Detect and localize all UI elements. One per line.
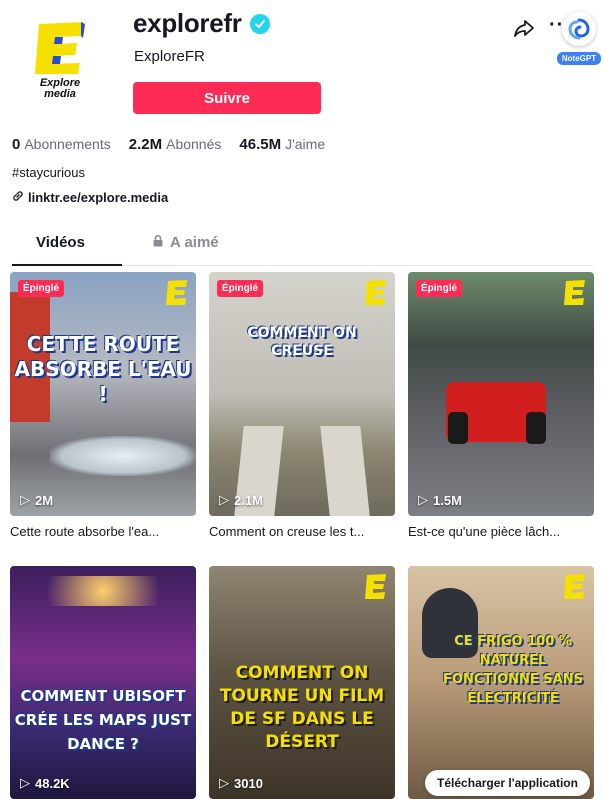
video-title[interactable]: Cette route absorbe l'ea... (10, 524, 196, 539)
thumbnail-overlay-text: COMMENT ON CREUSE (247, 325, 357, 359)
notegpt-logo-icon (562, 12, 596, 46)
stat-followers[interactable]: 2.2M Abonnés (129, 136, 222, 153)
explore-brand-icon (166, 280, 188, 306)
stat-value: 46.5M (239, 136, 282, 153)
play-icon: ▷ (219, 492, 229, 507)
thumbnail-overlay-text: COMMENT ON TOURNE UN FILM DE SF DANS LE … (219, 663, 385, 752)
stat-value: 0 (12, 136, 21, 153)
play-icon: ▷ (20, 492, 30, 507)
stat-following[interactable]: 0 Abonnements (12, 136, 111, 153)
link-text: linktr.ee/explore.media (28, 190, 169, 205)
active-tab-indicator (12, 264, 122, 266)
pinned-badge: Épinglé (416, 280, 463, 297)
video-card[interactable]: COMMENT ON TOURNE UN FILM DE SF DANS LE … (209, 566, 395, 799)
view-count-value: 1.5M (433, 492, 462, 508)
tab-videos[interactable]: Vidéos (36, 234, 85, 251)
water-splash (50, 436, 196, 476)
tab-liked[interactable]: A aimé (152, 234, 219, 251)
view-count: ▷ 2.1M (219, 492, 263, 508)
concrete-block (320, 426, 370, 516)
video-title[interactable]: Comment on creuse les t... (209, 524, 395, 539)
play-icon: ▷ (219, 775, 229, 790)
video-card[interactable]: Épinglé CETTE ROUTE ABSORBE L'EAU ! ▷ 2M… (10, 272, 196, 539)
thumbnail-overlay-text: COMMENT UBISOFT CRÉE LES MAPS JUST DANCE… (14, 687, 192, 753)
video-thumbnail[interactable]: Épinglé ▷ 1.5M (408, 272, 594, 516)
avatar-brand-text: Explore media (39, 77, 81, 100)
profile-tabs: Vidéos A aimé (12, 228, 593, 266)
view-count-value: 48.2K (35, 775, 70, 791)
video-card[interactable]: Épinglé ▷ 1.5M Est-ce qu'une pièce lâch.… (408, 272, 594, 539)
pinned-badge: Épinglé (217, 280, 264, 297)
lock-icon (152, 234, 164, 251)
video-thumbnail[interactable]: COMMENT UBISOFT CRÉE LES MAPS JUST DANCE… (10, 566, 196, 799)
view-count: ▷ 48.2K (20, 775, 70, 791)
video-card[interactable]: Épinglé COMMENT ON CREUSE ▷ 2.1M Comment… (209, 272, 395, 539)
nickname: ExploreFR (134, 48, 205, 65)
pinned-badge: Épinglé (18, 280, 65, 297)
stat-label: Abonnés (166, 136, 222, 152)
wheel (448, 412, 468, 444)
verified-badge-icon (249, 13, 270, 34)
share-icon[interactable] (512, 16, 536, 40)
play-icon: ▷ (20, 775, 30, 790)
download-app-button[interactable]: Télécharger l'application (425, 770, 590, 796)
video-card[interactable]: CE FRIGO 100 % NATUREL FONCTIONNE SANS É… (408, 566, 594, 799)
video-thumbnail[interactable]: CE FRIGO 100 % NATUREL FONCTIONNE SANS É… (408, 566, 594, 799)
play-icon: ▷ (418, 492, 428, 507)
stat-likes: 46.5M J'aime (239, 136, 325, 153)
wheel (526, 412, 546, 444)
thumbnail-overlay-text: CE FRIGO 100 % NATUREL FONCTIONNE SANS É… (443, 634, 583, 706)
username-row: explorefr (133, 8, 270, 39)
thumbnail-overlay-text: CETTE ROUTE ABSORBE L'EAU ! (14, 332, 192, 406)
video-thumbnail[interactable]: Épinglé COMMENT ON CREUSE ▷ 2.1M (209, 272, 395, 516)
username: explorefr (133, 8, 242, 38)
profile-bio: #staycurious (12, 165, 85, 180)
explore-brand-icon (564, 574, 586, 600)
explore-brand-icon (365, 280, 387, 306)
view-count: ▷ 3010 (219, 775, 263, 791)
notegpt-extension[interactable]: NoteGPT (557, 12, 601, 70)
tab-liked-label: A aimé (170, 234, 219, 251)
explore-brand-icon (564, 280, 586, 306)
view-count: ▷ 1.5M (418, 492, 462, 508)
chandelier-lights (10, 576, 196, 606)
explore-brand-icon (365, 574, 387, 600)
profile-link[interactable]: linktr.ee/explore.media (12, 190, 168, 205)
profile-avatar: Explore media (8, 8, 112, 112)
video-thumbnail[interactable]: COMMENT ON TOURNE UN FILM DE SF DANS LE … (209, 566, 395, 799)
stat-value: 2.2M (128, 136, 163, 153)
follow-button[interactable]: Suivre (133, 82, 321, 114)
view-count-value: 3010 (234, 775, 263, 791)
video-title[interactable]: Est-ce qu'une pièce lâch... (408, 524, 594, 539)
view-count-value: 2.1M (234, 492, 263, 508)
view-count: ▷ 2M (20, 492, 53, 508)
view-count-value: 2M (35, 492, 54, 508)
stat-label: J'aime (285, 136, 326, 152)
explore-logo-icon (33, 20, 87, 76)
notegpt-label: NoteGPT (557, 52, 601, 65)
link-icon (12, 190, 24, 205)
video-thumbnail[interactable]: Épinglé CETTE ROUTE ABSORBE L'EAU ! ▷ 2M (10, 272, 196, 516)
video-card[interactable]: COMMENT UBISOFT CRÉE LES MAPS JUST DANCE… (10, 566, 196, 799)
stat-label: Abonnements (24, 136, 111, 152)
profile-stats: 0 Abonnements 2.2M Abonnés 46.5M J'aime (12, 136, 325, 153)
